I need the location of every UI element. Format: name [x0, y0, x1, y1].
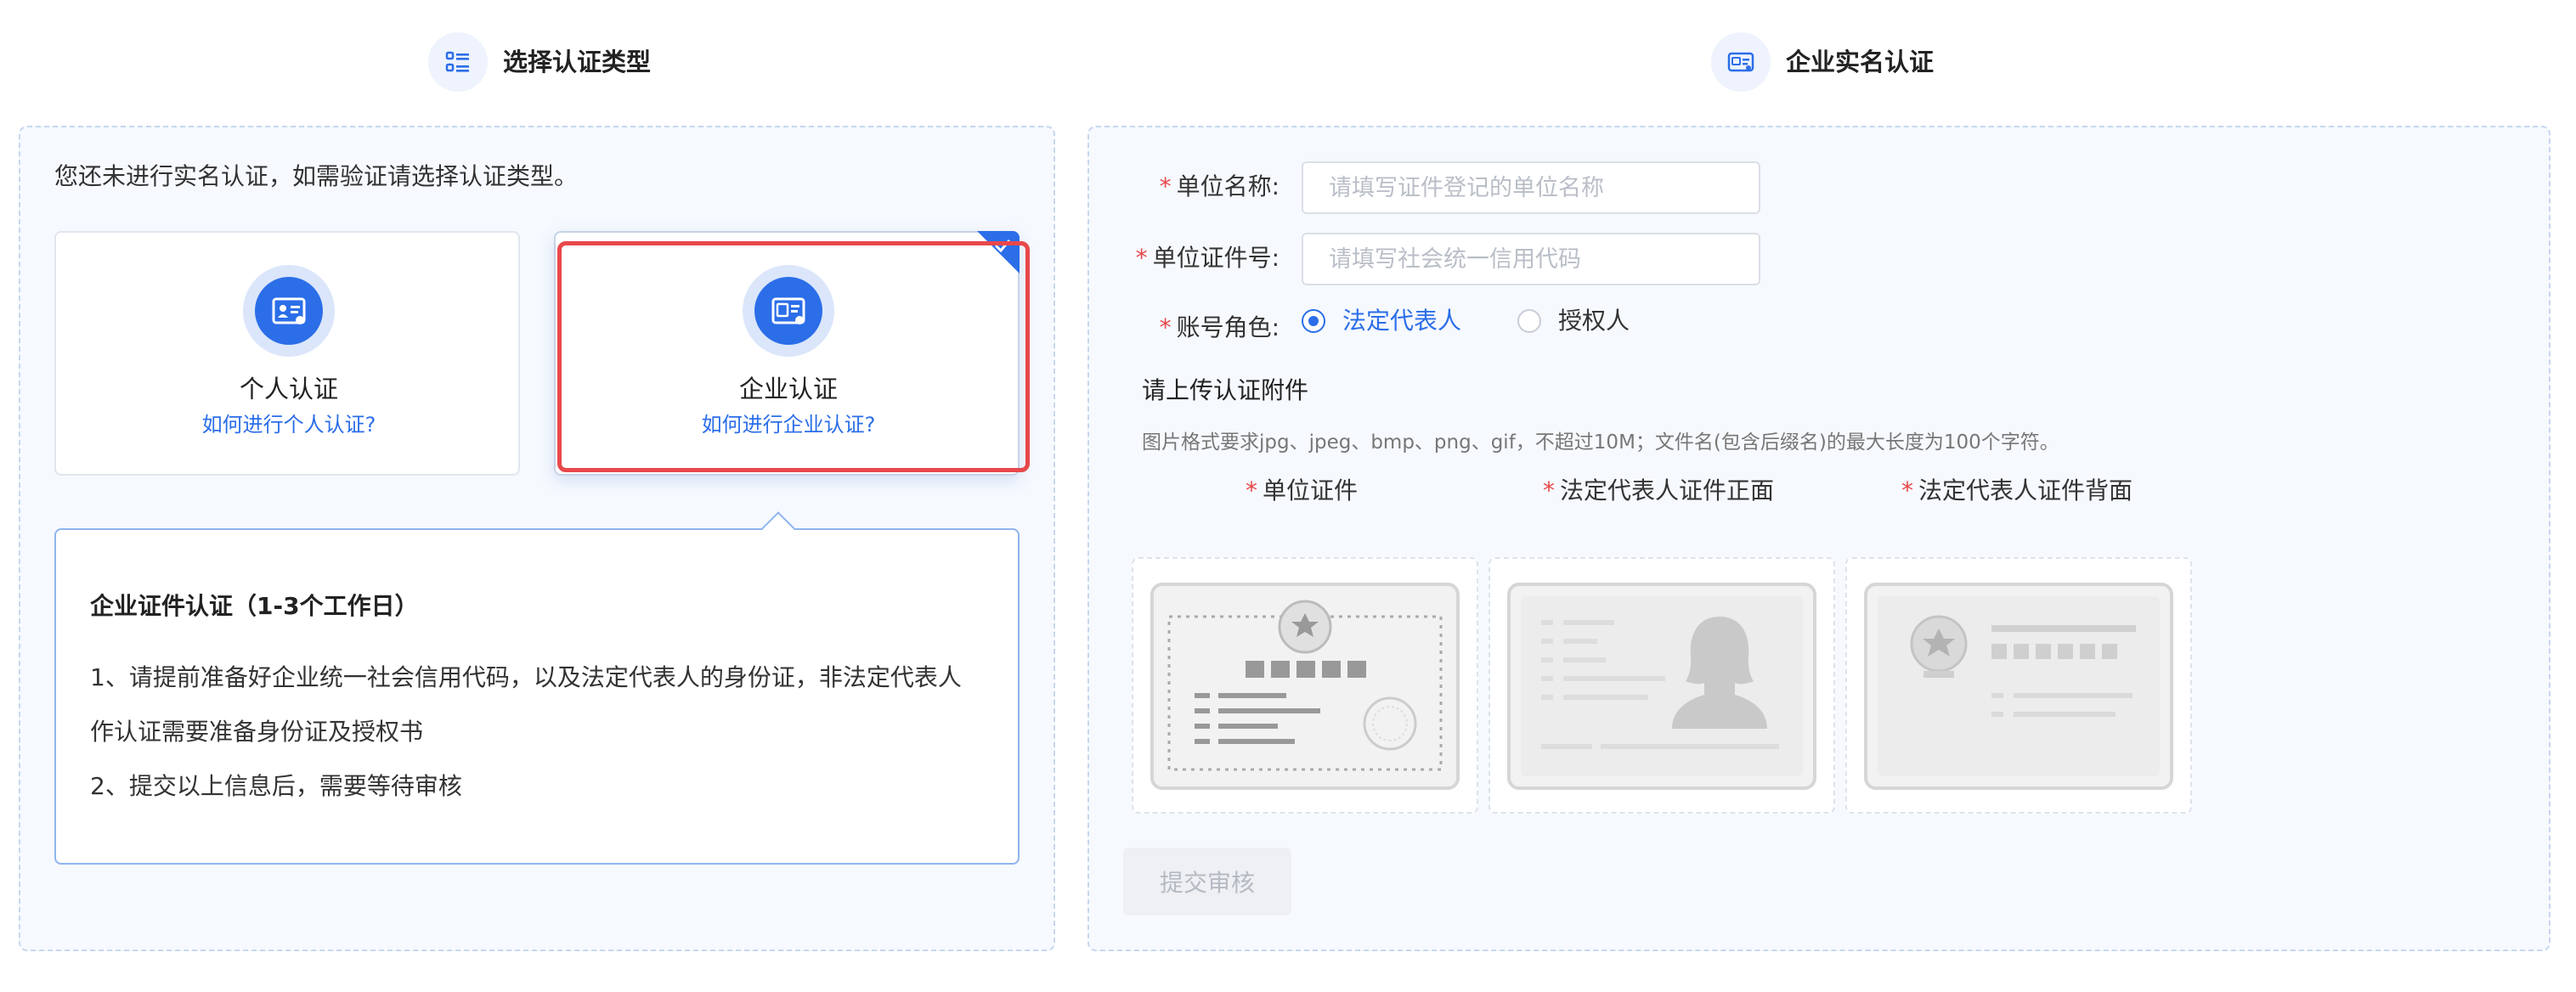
required-mark: * [1159, 172, 1172, 200]
unit-id-label: 单位证件号: [1152, 244, 1280, 272]
intro-text: 您还未进行实名认证，如需验证请选择认证类型。 [54, 162, 579, 190]
step-enterprise-label: 企业实名认证 [1786, 48, 1935, 76]
role-label: 账号角色: [1176, 313, 1280, 341]
unit-name-label: 单位名称: [1176, 172, 1280, 200]
upload-section-title: 请上传认证附件 [1142, 376, 1309, 404]
unit-name-label-row: * 单位名称: [1104, 170, 1280, 204]
submit-review-button[interactable]: 提交审核 [1123, 848, 1291, 916]
role-legal-rep-radio[interactable] [1302, 309, 1325, 333]
role-authorized-radio[interactable] [1517, 309, 1541, 333]
role-legal-rep-label[interactable]: 法定代表人 [1342, 306, 1461, 336]
upload-box-unit-cert[interactable] [1132, 557, 1478, 814]
info-line-1: 1、请提前准备好企业统一社会信用代码，以及法定代表人的身份证，非法定代表人 [90, 663, 962, 691]
enterprise-auth-help-link[interactable]: 如何进行企业认证? [556, 411, 1021, 438]
enterprise-auth-title: 企业认证 [738, 375, 838, 403]
business-license-placeholder-icon [1150, 583, 1460, 790]
required-mark: * [1159, 313, 1172, 341]
upload-label-id-front: * 法定代表人证件正面 [1543, 476, 1775, 504]
upload-label-unit-cert: * 单位证件 [1246, 476, 1359, 504]
personal-auth-card[interactable]: 个人认证 如何进行个人认证? [54, 231, 520, 476]
enterprise-info-box [54, 528, 1020, 865]
required-mark: * [1135, 244, 1148, 272]
personal-id-icon-wrap [243, 265, 335, 357]
info-line-2: 作认证需要准备身份证及授权书 [90, 718, 424, 746]
role-label-row: * 账号角色: [1104, 311, 1280, 345]
list-step-icon [428, 32, 488, 92]
upload-label-id-back: * 法定代表人证件背面 [1901, 476, 2133, 504]
personal-auth-title: 个人认证 [239, 375, 338, 403]
step-select-type-label: 选择认证类型 [503, 48, 652, 76]
unit-id-label-row: * 单位证件号: [1104, 241, 1280, 275]
unit-name-input[interactable] [1302, 161, 1760, 214]
enterprise-auth-card[interactable]: 企业认证 如何进行企业认证? [554, 231, 1020, 476]
enterprise-id-icon-wrap [743, 265, 834, 357]
upload-box-id-front[interactable] [1489, 557, 1835, 814]
personal-auth-help-link[interactable]: 如何进行个人认证? [56, 411, 522, 438]
unit-id-input[interactable] [1302, 233, 1760, 285]
upload-hint: 图片格式要求jpg、jpeg、bmp、png、gif，不超过10M；文件名(包含… [1142, 431, 2059, 454]
role-authorized-label[interactable]: 授权人 [1558, 306, 1630, 336]
info-line-3: 2、提交以上信息后，需要等待审核 [90, 772, 462, 800]
info-title: 企业证件认证（1-3个工作日） [90, 592, 419, 620]
id-card-front-placeholder-icon [1507, 583, 1816, 790]
enterprise-id-icon [771, 297, 805, 324]
personal-id-icon [272, 297, 306, 324]
upload-box-id-back[interactable] [1845, 557, 2192, 814]
check-icon [994, 240, 1011, 253]
id-card-step-icon [1711, 32, 1771, 92]
id-card-back-placeholder-icon [1864, 583, 2173, 790]
